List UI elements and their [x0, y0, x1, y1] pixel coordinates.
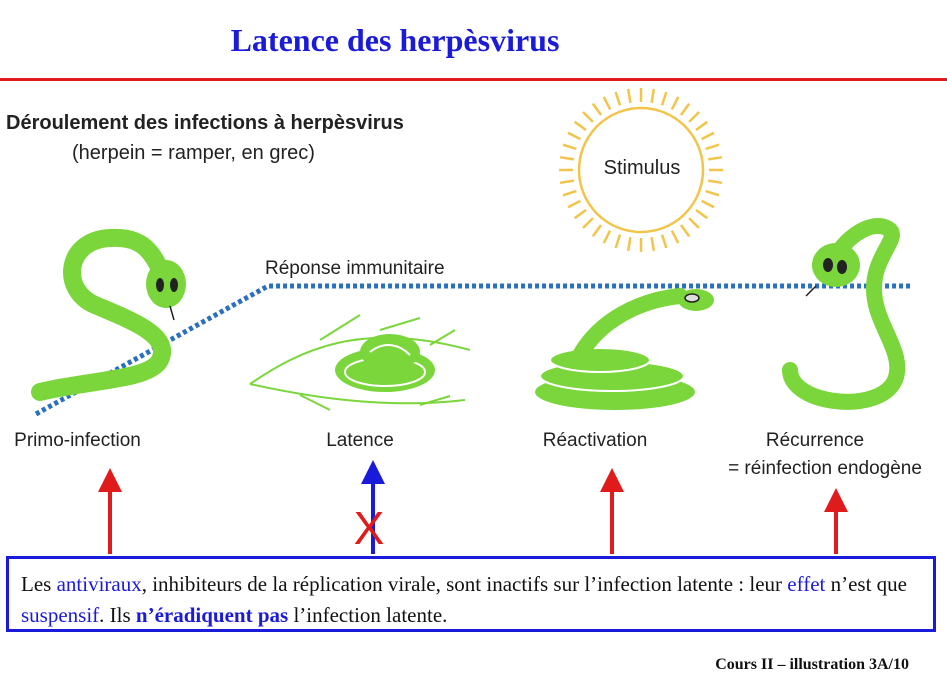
snake-latency-icon [249, 314, 471, 411]
sun-ray [626, 88, 632, 104]
sun-ray [695, 120, 709, 132]
stage-label-reactivation: Réactivation [542, 430, 648, 451]
arrow-recurrence [824, 488, 848, 554]
snake-reactivation-icon [535, 288, 714, 410]
sun-ray [650, 236, 656, 252]
term-antiviraux: antiviraux [56, 572, 142, 596]
footer-caption: Cours II – illustration 3A/10 [715, 656, 909, 673]
snake-recurrence-icon [782, 217, 906, 410]
snake-primo-infection-icon [31, 228, 186, 401]
sun-ray [688, 111, 700, 123]
sun-ray [567, 131, 581, 141]
immune-response-label: Réponse immunitaire [265, 258, 445, 279]
sun-ray [573, 208, 587, 220]
term-neradiquent-pas: n’éradiquent pas [135, 603, 289, 627]
sun-ray [650, 88, 656, 104]
stage-label-primo-infection: Primo-infection [14, 430, 141, 451]
conclusion-box: Les antiviraux, inhibiteurs de la réplic… [6, 556, 936, 632]
sun-ray [562, 189, 577, 197]
sun-ray [670, 230, 680, 244]
sun-ray [582, 217, 594, 229]
box-text: . Ils [99, 603, 136, 627]
sun-ray [591, 102, 603, 116]
sun-ray [573, 120, 587, 132]
sun-ray [582, 111, 594, 123]
sun-ray [707, 179, 723, 185]
sun-ray [559, 179, 575, 185]
sun-ray [562, 143, 577, 151]
arrow-reactivation [600, 468, 624, 554]
sun-ray [567, 199, 581, 209]
sun-ray [559, 155, 575, 161]
sun-ray [688, 217, 700, 229]
sun-ray [614, 91, 622, 106]
sun-ray [705, 189, 720, 197]
sun-ray [591, 224, 603, 238]
box-text: l’infection latente. [288, 603, 448, 627]
sun-ray [602, 96, 612, 110]
box-text: , inhibiteurs de la réplication virale, … [141, 572, 788, 596]
sun-ray [701, 131, 715, 141]
box-text: Les [21, 572, 57, 596]
sun-ray [602, 230, 612, 244]
sun-ray [701, 199, 715, 209]
term-effet: effet [787, 572, 826, 596]
stage-label-latence: Latence [326, 430, 394, 451]
arrow-primo-infection [98, 468, 122, 554]
sun-ray [705, 143, 720, 151]
sun-ray [660, 91, 668, 106]
box-text: n’est que [825, 572, 908, 596]
sun-ray [670, 96, 680, 110]
sun-ray [695, 208, 709, 220]
stage-label-recurrence: Récurrence [765, 430, 865, 451]
sun-ray [679, 102, 691, 116]
stimulus-label: Stimulus [603, 157, 681, 179]
sun-ray [626, 236, 632, 252]
sun-ray [679, 224, 691, 238]
stage-label-recurrence-note: = réinfection endogène [728, 458, 922, 479]
term-suspensif: suspensif [21, 603, 100, 627]
sun-ray [707, 155, 723, 161]
sun-ray [614, 234, 622, 249]
blocked-x-marker: X [354, 502, 385, 554]
sun-ray [660, 234, 668, 249]
